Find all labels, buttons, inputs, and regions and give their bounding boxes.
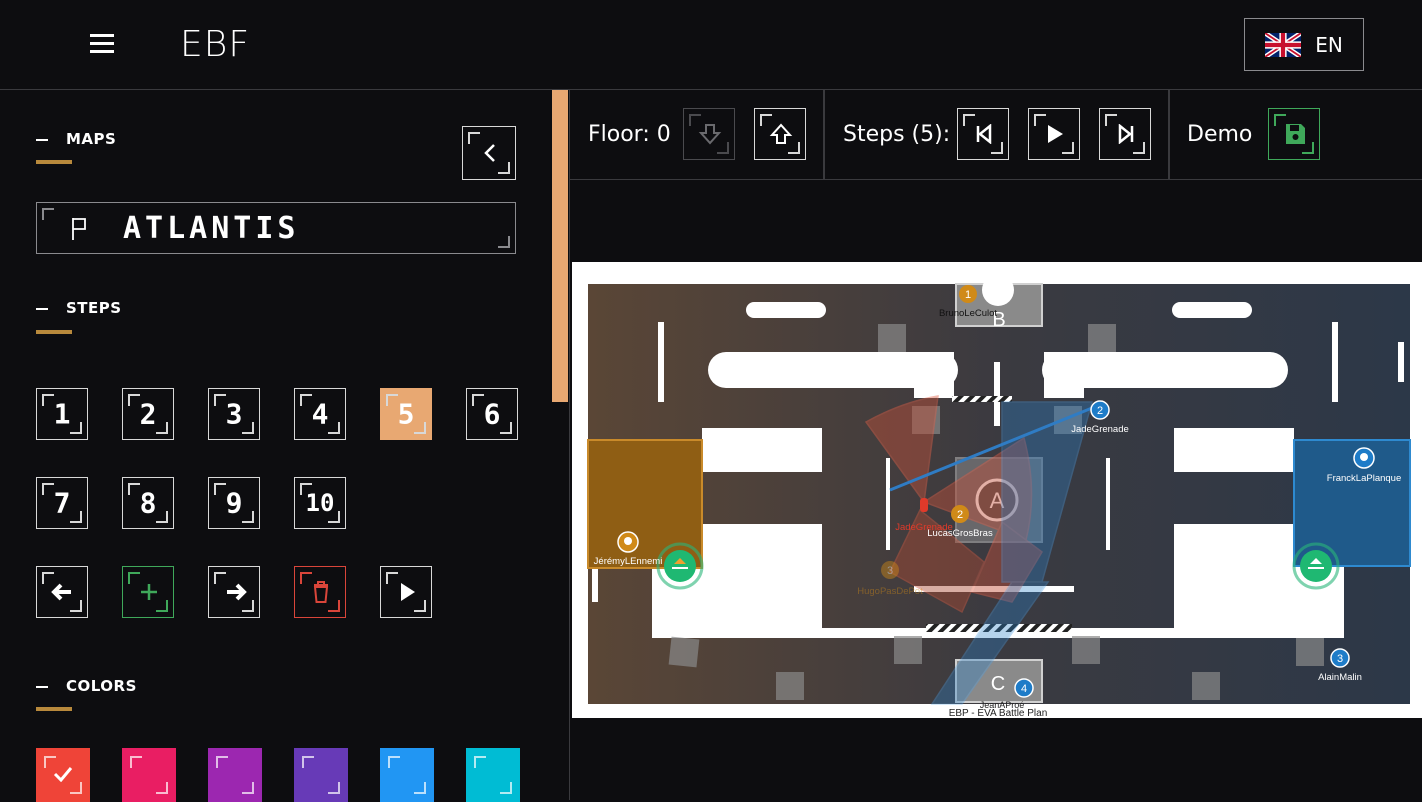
arrow-left-icon [51,583,71,601]
steps-count-label: Steps (5): [843,122,951,147]
toolbar-divider [823,90,825,180]
step-label: 10 [305,489,335,517]
arrow-right-icon [227,583,247,601]
play-icon [401,583,415,601]
step-button-4[interactable]: 4 [294,388,346,440]
zone-b-pillar [982,274,1014,306]
steps-underline [36,330,72,334]
arrow-down-icon [698,124,722,145]
spawn-marker-left [656,542,704,590]
demo-label: Demo [1187,122,1253,147]
player-number: 3 [887,565,893,577]
step-label: 7 [53,486,71,520]
color-swatch-deep-purple[interactable] [294,748,348,802]
player-name: JadeGrenade [1071,424,1129,435]
chevron-left-icon [484,144,495,162]
colors-section-title: COLORS [36,677,137,695]
maps-section-title: MAPS [36,130,116,148]
sidebar-scrollbar[interactable] [552,90,568,402]
delete-step-button[interactable] [294,566,346,618]
floor-up-button[interactable] [754,108,806,160]
step-label: 4 [311,397,329,431]
floor-label: Floor: 0 [588,122,671,147]
color-swatch-pink[interactable] [122,748,176,802]
flag-icon [72,218,86,240]
step-button-6[interactable]: 6 [466,388,518,440]
color-swatch-blue[interactable] [380,748,434,802]
map-selector[interactable]: ATLANTIS [36,202,516,254]
color-swatch-purple[interactable] [208,748,262,802]
skip-forward-icon [1118,124,1134,144]
play-icon [1048,125,1063,143]
top-bar: EBF EN [0,0,1422,90]
door [952,396,1012,402]
player-number: 3 [1337,653,1343,665]
player-name: BrunoLeCulot [939,308,997,319]
step-label: 5 [397,397,415,431]
step-button-8[interactable]: 8 [122,477,174,529]
logo: EBF [180,24,251,65]
player-name: JérémyLEnnemi [594,556,663,567]
collapse-sidebar-button[interactable] [462,126,516,180]
uk-flag-icon [1265,32,1302,57]
toolbar-divider [1168,90,1170,180]
map-toolbar: Floor: 0 Steps (5): Demo [570,90,1422,180]
plus-icon [141,584,157,600]
step-button-3[interactable]: 3 [208,388,260,440]
player-name: HugoPasDePot [857,586,923,597]
step-label: 6 [483,397,501,431]
colors-underline [36,707,72,711]
save-button[interactable] [1268,108,1320,160]
save-icon [1286,124,1305,144]
player-number: 2 [957,509,963,521]
next-step-button[interactable] [208,566,260,618]
player-number: 1 [965,289,971,301]
step-label: 3 [225,397,243,431]
step-label: 1 [53,397,71,431]
player-number: 2 [1097,405,1103,417]
grenade-icon [920,498,928,512]
step-label: 9 [225,486,243,520]
last-step-button[interactable] [1099,108,1151,160]
add-step-button[interactable] [122,566,174,618]
arrow-up-icon [769,123,793,144]
step-button-7[interactable]: 7 [36,477,88,529]
play-button[interactable] [1028,108,1080,160]
play-steps-button[interactable] [380,566,432,618]
first-step-button[interactable] [957,108,1009,160]
language-label: EN [1315,32,1343,57]
skip-back-icon [976,124,992,144]
check-icon [53,767,73,782]
sidebar: MAPS ATLANTIS STEPS 1 2 3 4 5 6 7 8 9 10… [0,90,570,802]
player-name: AlainMalin [1318,672,1362,683]
map-name: ATLANTIS [123,211,300,246]
maps-underline [36,160,72,164]
map-plan[interactable]: A B C [572,262,1422,718]
step-button-9[interactable]: 9 [208,477,260,529]
step-label: 2 [139,397,157,431]
map-canvas[interactable]: A B C [570,180,1422,800]
attackers-spawn [587,439,703,569]
steps-section-title: STEPS [36,299,122,317]
step-button-2[interactable]: 2 [122,388,174,440]
color-swatch-cyan[interactable] [466,748,520,802]
previous-step-button[interactable] [36,566,88,618]
menu-icon[interactable] [90,34,114,54]
zone-c-label: C [991,673,1005,695]
spawn-marker-right [1292,542,1340,590]
player-name: LucasGrosBras [927,528,993,539]
floor-down-button[interactable] [683,108,735,160]
language-button[interactable]: EN [1244,18,1364,71]
step-button-10[interactable]: 10 [294,477,346,529]
step-button-1[interactable]: 1 [36,388,88,440]
player-name: FranckLaPlanque [1327,473,1401,484]
defenders-spawn [1293,439,1411,567]
color-swatch-red[interactable] [36,748,90,802]
player-number: 4 [1021,683,1027,695]
step-button-5-active[interactable]: 5 [380,388,432,440]
watermark: EBP - EVA Battle Plan [949,708,1048,718]
trash-icon [313,581,329,603]
step-label: 8 [139,486,157,520]
